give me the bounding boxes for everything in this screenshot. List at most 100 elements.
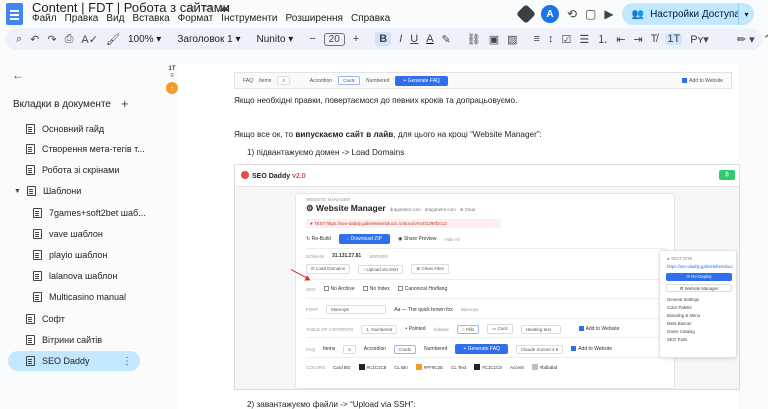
wm-clear: ⊗ Clear: [459, 207, 476, 212]
avatar[interactable]: A: [540, 5, 559, 23]
font-value: Manrope: [326, 305, 387, 314]
text-color-button[interactable]: A: [426, 33, 433, 45]
document-page[interactable]: FAQ Items 3 Accordion Cards Numbered + G…: [177, 64, 740, 409]
faq-row: FAQ Items 4 Accordion Cards Numbered + G…: [306, 344, 612, 354]
sidebar-tab[interactable]: Софт: [26, 309, 156, 329]
menu-help[interactable]: Справка: [351, 13, 390, 24]
increase-font-size-button[interactable]: +: [353, 33, 359, 45]
popup-item: Meta Banner: [667, 321, 692, 326]
checkbox-icon: [362, 286, 368, 291]
align-icon[interactable]: ≡: [534, 33, 540, 45]
divider: [306, 248, 666, 249]
collapse-menus-icon[interactable]: ⌃: [763, 33, 768, 46]
share-button[interactable]: 👥 Настройки Доступа: [621, 3, 748, 25]
style-select[interactable]: Заголовок 1 ▾: [177, 34, 240, 45]
undo-icon[interactable]: ↶: [30, 33, 39, 46]
numbered-list-icon[interactable]: ⒈: [597, 31, 608, 47]
bold-button[interactable]: B: [375, 32, 392, 46]
sidebar-tab[interactable]: Вітрини сайтів: [26, 330, 156, 350]
sidebar-tab[interactable]: Створення мета-тегів т...: [26, 139, 156, 159]
menu-format[interactable]: Формат: [178, 13, 214, 24]
test-url-bar: ● TEST https://seo-daddy.gabrielebertolu…: [306, 219, 501, 228]
popup-item: SEO Tools: [667, 337, 688, 342]
clear-formatting-icon[interactable]: T̸: [651, 33, 658, 45]
extension-addon-icon[interactable]: 1T: [665, 33, 683, 45]
embedded-screenshot[interactable]: SEO Daddy v2.0 ₿ WEBSITE MANAGER ⚙ Websi…: [234, 164, 740, 390]
underline-button[interactable]: U: [410, 33, 418, 45]
line-spacing-icon[interactable]: ↕: [548, 33, 554, 45]
redo-icon[interactable]: ↷: [47, 33, 56, 46]
share-dropdown-button[interactable]: ▾: [738, 3, 754, 25]
text-input-tools-icon[interactable]: Pʏ▾: [690, 33, 709, 46]
insert-link-icon[interactable]: ⛓: [467, 33, 481, 46]
sidebar-tab[interactable]: playio шаблон: [33, 245, 156, 265]
checkbox-icon: [571, 346, 577, 351]
italic-button[interactable]: I: [399, 33, 402, 45]
strip-items-label: Items: [259, 77, 272, 84]
accent-label: Accent: [509, 364, 524, 370]
print-icon[interactable]: ⎙: [65, 33, 74, 46]
divider: [306, 318, 666, 319]
cl-text-hex: #C1C1C8: [482, 365, 502, 370]
sidebar-tab-active[interactable]: SEO Daddy ⋮: [8, 351, 140, 371]
sidebar-tab[interactable]: Робота зі скрінами: [26, 160, 156, 180]
add-tab-button[interactable]: +: [121, 96, 129, 111]
edit-mode-icon[interactable]: ✏ ▾: [737, 33, 755, 46]
decrease-font-size-button[interactable]: −: [309, 33, 315, 45]
menu-edit[interactable]: Правка: [65, 13, 99, 24]
back-arrow-icon[interactable]: ←: [12, 68, 24, 82]
history-icon[interactable]: ⟲: [567, 7, 577, 21]
strip-cards: Cards: [338, 76, 361, 85]
meet-icon[interactable]: ▶: [604, 7, 613, 21]
tab-label: Робота зі скрінами: [42, 165, 120, 175]
checklist-icon[interactable]: ☑: [561, 33, 571, 46]
menu-file[interactable]: Файл: [32, 13, 57, 24]
font-size-input[interactable]: 20: [323, 32, 345, 46]
comments-icon[interactable]: ▢: [585, 7, 596, 21]
logo-version: v2.0: [292, 173, 306, 180]
zoom-select[interactable]: 100% ▾: [128, 34, 161, 45]
top-right-actions: A ⟲ ▢ ▶ 👥 Настройки Доступа ▾: [516, 0, 768, 28]
bulleted-list-icon[interactable]: ☰: [579, 33, 589, 46]
wm-title-text: ⚙ Website Manager: [306, 203, 386, 213]
paint-format-icon[interactable]: 🖌: [106, 33, 120, 46]
sidebar-tab[interactable]: Основний гайд: [26, 119, 156, 139]
add-comment-icon[interactable]: ▣: [489, 33, 499, 46]
tabs-header: Вкладки в документе: [13, 99, 111, 110]
sidebar-tab[interactable]: Multicasino manual: [33, 287, 156, 307]
highlight-icon[interactable]: ✎: [442, 33, 451, 46]
sidebar-tab[interactable]: 7games+soft2bet шаб...: [33, 203, 156, 223]
menu-insert[interactable]: Вставка: [132, 13, 169, 24]
popup-item: Game Catalog: [667, 329, 695, 334]
addon-badge-icon[interactable]: 1T ≡: [165, 66, 179, 80]
font-select[interactable]: Nunito ▾: [257, 34, 294, 45]
menu-tools[interactable]: Інструменти: [221, 13, 277, 24]
extension-icon[interactable]: [516, 4, 536, 24]
divider: [306, 279, 666, 280]
indent-decrease-icon[interactable]: ⇤: [616, 33, 625, 46]
toc-sidebar: Sidebar: [433, 326, 450, 332]
sidebar-tab[interactable]: lalanova шаблон: [33, 266, 156, 286]
tab-label: playio шаблон: [49, 250, 108, 260]
indent-increase-icon[interactable]: ⇥: [633, 33, 642, 46]
toc-card: ▭ Card: [487, 324, 513, 334]
strip-numbered: Numbered: [366, 77, 390, 84]
upload-ssh: ↑ Upload via SSH: [358, 264, 404, 274]
tab-label: 7games+soft2bet шаб...: [49, 208, 146, 218]
tab-more-icon[interactable]: ⋮: [122, 356, 132, 367]
docs-logo-icon[interactable]: [6, 3, 23, 25]
document-canvas: FAQ Items 3 Accordion Cards Numbered + G…: [164, 56, 768, 409]
colors-row: COLORS Card BG #C1C1C8 CL Btn #FF9C2E CL T…: [306, 364, 557, 370]
search-icon[interactable]: ⌕: [16, 33, 22, 46]
card-bg-label: Card BG: [333, 364, 351, 370]
menu-extensions[interactable]: Розширення: [286, 13, 343, 24]
hide-all: Hide All: [444, 236, 460, 242]
insert-image-icon[interactable]: ▨: [507, 33, 517, 46]
sidebar-tab[interactable]: ▼ Шаблони: [14, 181, 156, 201]
spellcheck-icon[interactable]: A✓: [81, 33, 98, 46]
expand-caret-icon[interactable]: ▼: [14, 188, 21, 195]
accent-swatch: [531, 364, 538, 370]
addon-upload-icon[interactable]: ↑: [166, 82, 178, 94]
sidebar-tab[interactable]: vave шаблон: [33, 224, 156, 244]
menu-view[interactable]: Вид: [106, 13, 124, 24]
